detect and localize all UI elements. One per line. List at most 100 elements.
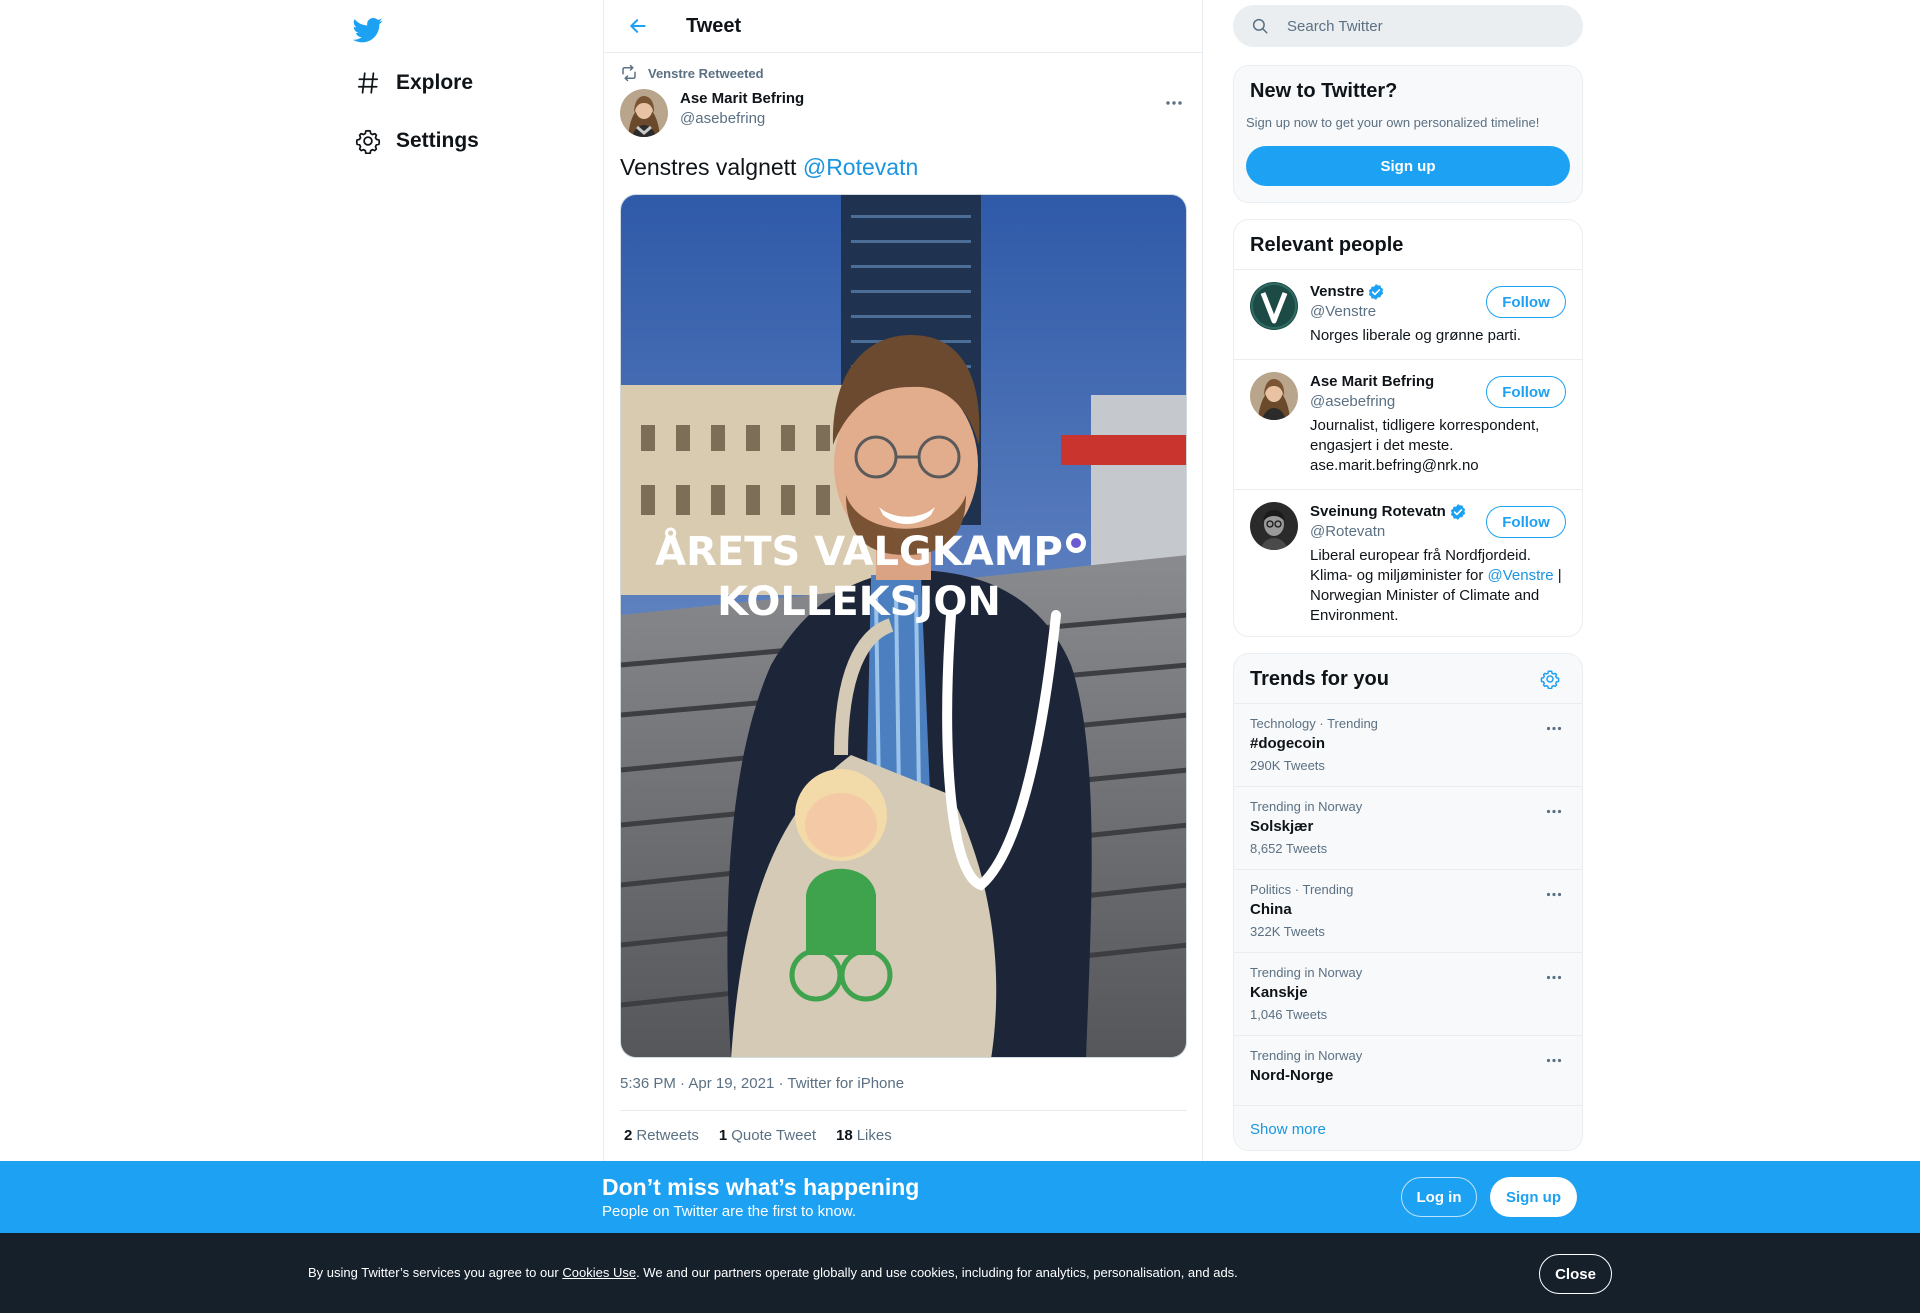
trends-card: Trends for you Technology · Trending #do… bbox=[1233, 653, 1583, 1151]
follow-button[interactable]: Follow bbox=[1486, 506, 1566, 538]
signup-promo-bar: Don’t miss what’s happening People on Tw… bbox=[0, 1161, 1920, 1233]
retweeted-by-label: Venstre Retweeted bbox=[648, 65, 764, 81]
tweet-mention-link[interactable]: @Rotevatn bbox=[803, 154, 918, 180]
trend-count: 1,046 Tweets bbox=[1250, 1007, 1328, 1022]
trend-item[interactable]: Politics · Trending China 322K Tweets bbox=[1234, 870, 1582, 953]
trend-name: Nord-Norge bbox=[1250, 1067, 1334, 1084]
trend-more-button[interactable] bbox=[1540, 1048, 1568, 1072]
follow-button[interactable]: Follow bbox=[1486, 286, 1566, 318]
trends-title: Trends for you bbox=[1250, 668, 1389, 690]
tweet-metadata: 5:36 PM · Apr 19, 2021 · Twitter for iPh… bbox=[620, 1075, 904, 1092]
person-name[interactable]: Sveinung Rotevatn bbox=[1310, 502, 1446, 522]
quote-tweets-stat[interactable]: 1 Quote Tweet bbox=[719, 1127, 816, 1144]
avatar[interactable] bbox=[1250, 502, 1298, 550]
trend-name: Solskjær bbox=[1250, 818, 1314, 835]
more-dots-icon bbox=[1546, 726, 1562, 730]
retweets-stat[interactable]: 2 Retweets bbox=[624, 1127, 699, 1144]
retweets-label: Retweets bbox=[636, 1127, 699, 1144]
avatar[interactable] bbox=[1250, 372, 1298, 420]
new-to-twitter-title: New to Twitter? bbox=[1250, 80, 1398, 102]
new-to-twitter-card: New to Twitter? Sign up now to get your … bbox=[1233, 65, 1583, 203]
person-rotevatn[interactable]: Sveinung Rotevatn @Rotevatn Liberal euro… bbox=[1234, 490, 1582, 636]
cookie-text-after: . We and our partners operate globally a… bbox=[636, 1265, 1238, 1280]
hash-icon bbox=[348, 63, 388, 103]
tweet-time[interactable]: 5:36 PM bbox=[620, 1075, 676, 1092]
tweet-source-link[interactable]: Twitter for iPhone bbox=[787, 1075, 904, 1092]
tweet-text-body: Venstres valgnett bbox=[620, 154, 803, 180]
person-bio: Journalist, tidligere korrespondent, eng… bbox=[1310, 417, 1540, 474]
person-bio: Liberal europear frå Nordfjordeid. Klima… bbox=[1310, 546, 1568, 626]
divider bbox=[620, 1110, 1187, 1111]
trend-item[interactable]: Trending in Norway Solskjær 8,652 Tweets bbox=[1234, 787, 1582, 870]
twitter-bird-icon[interactable] bbox=[348, 10, 388, 50]
trend-context: Trending in Norway bbox=[1250, 799, 1363, 814]
more-dots-icon bbox=[1546, 892, 1562, 896]
nav-settings-label: Settings bbox=[396, 129, 479, 152]
tweet-column: Tweet Venstre Retweeted Ase Marit Befrin… bbox=[603, 0, 1203, 1313]
relevant-people-title: Relevant people bbox=[1250, 234, 1404, 256]
person-bio: Norges liberale og grønne parti. bbox=[1310, 327, 1521, 344]
retweets-count: 2 bbox=[624, 1127, 633, 1144]
retweet-context[interactable]: Venstre Retweeted bbox=[620, 64, 764, 82]
nav-settings[interactable]: Settings bbox=[348, 117, 495, 165]
more-dots-icon bbox=[1166, 101, 1182, 105]
tweet-photo[interactable]: ÅRETS VALGKAMP KOLLEKSJON bbox=[620, 194, 1187, 1058]
author-names: Ase Marit Befring @asebefring bbox=[680, 89, 804, 129]
tweet-more-button[interactable] bbox=[1160, 91, 1188, 115]
meta-separator: · bbox=[675, 1075, 689, 1092]
sign-up-button[interactable]: Sign up bbox=[1246, 146, 1570, 186]
trend-more-button[interactable] bbox=[1540, 965, 1568, 989]
media-caption-line1: ÅRETS VALGKAMP bbox=[655, 526, 1063, 575]
meta-separator: · bbox=[774, 1075, 788, 1092]
trend-name: Kanskje bbox=[1250, 984, 1308, 1001]
search-input[interactable] bbox=[1287, 17, 1557, 35]
arrow-left-icon bbox=[630, 19, 646, 33]
gear-icon bbox=[1540, 670, 1560, 689]
trend-context: Technology · Trending bbox=[1250, 716, 1378, 731]
trend-more-button[interactable] bbox=[1540, 716, 1568, 740]
relevant-people-card: Relevant people Venstre @Venstre Norges … bbox=[1233, 219, 1583, 637]
author-name[interactable]: Ase Marit Befring bbox=[680, 89, 804, 109]
trend-more-button[interactable] bbox=[1540, 882, 1568, 906]
trend-context: Trending in Norway bbox=[1250, 965, 1363, 980]
cookies-use-link[interactable]: Cookies Use bbox=[562, 1265, 636, 1280]
tweet-text: Venstres valgnett @Rotevatn bbox=[620, 152, 918, 182]
close-cookie-button[interactable]: Close bbox=[1539, 1254, 1612, 1294]
bio-mention-link[interactable]: @Venstre bbox=[1488, 567, 1554, 584]
promo-sign-up-button[interactable]: Sign up bbox=[1490, 1177, 1577, 1217]
likes-label: Likes bbox=[856, 1127, 892, 1144]
tweet-date[interactable]: Apr 19, 2021 bbox=[688, 1075, 774, 1092]
follow-button[interactable]: Follow bbox=[1486, 376, 1566, 408]
more-dots-icon bbox=[1546, 809, 1562, 813]
person-name[interactable]: Venstre bbox=[1310, 282, 1364, 302]
quotes-label: Quote Tweet bbox=[731, 1127, 816, 1144]
likes-stat[interactable]: 18 Likes bbox=[836, 1127, 892, 1144]
trend-item[interactable]: Trending in Norway Nord-Norge bbox=[1234, 1036, 1582, 1106]
more-dots-icon bbox=[1546, 975, 1562, 979]
nav-explore[interactable]: Explore bbox=[348, 59, 489, 107]
more-dots-icon bbox=[1546, 1058, 1562, 1062]
promo-headline: Don’t miss what’s happening bbox=[602, 1174, 920, 1200]
author-handle[interactable]: @asebefring bbox=[680, 109, 804, 129]
trend-more-button[interactable] bbox=[1540, 799, 1568, 823]
person-venstre[interactable]: Venstre @Venstre Norges liberale og grøn… bbox=[1234, 270, 1582, 360]
avatar[interactable] bbox=[1250, 282, 1298, 330]
page-title: Tweet bbox=[686, 14, 742, 37]
likes-count: 18 bbox=[836, 1127, 853, 1144]
search-box[interactable] bbox=[1233, 5, 1583, 47]
avatar[interactable] bbox=[620, 89, 668, 137]
retweet-icon bbox=[620, 64, 638, 82]
show-more-link[interactable]: Show more bbox=[1234, 1106, 1582, 1150]
new-to-twitter-subtitle: Sign up now to get your own personalized… bbox=[1246, 115, 1540, 130]
person-asebefring[interactable]: Ase Marit Befring @asebefring Journalist… bbox=[1234, 360, 1582, 490]
trends-settings-button[interactable] bbox=[1538, 667, 1562, 691]
log-in-button[interactable]: Log in bbox=[1401, 1177, 1477, 1217]
tweet-author: Ase Marit Befring @asebefring bbox=[620, 89, 1188, 137]
cookie-banner: By using Twitter’s services you agree to… bbox=[0, 1233, 1920, 1313]
trend-item[interactable]: Technology · Trending #dogecoin 290K Twe… bbox=[1234, 704, 1582, 787]
trend-item[interactable]: Trending in Norway Kanskje 1,046 Tweets bbox=[1234, 953, 1582, 1036]
trend-name: #dogecoin bbox=[1250, 735, 1326, 752]
back-button[interactable] bbox=[620, 8, 656, 44]
person-name[interactable]: Ase Marit Befring bbox=[1310, 372, 1434, 392]
promo-subtext: People on Twitter are the first to know. bbox=[602, 1203, 857, 1220]
